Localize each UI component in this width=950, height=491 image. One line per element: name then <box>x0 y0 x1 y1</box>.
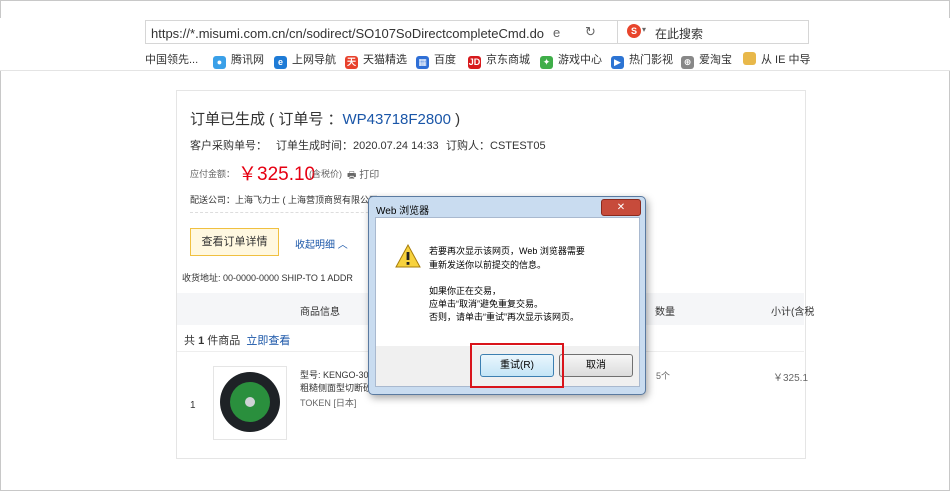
th-product: 商品信息 <box>300 307 340 318</box>
favorite-link[interactable]: e 上网导航 <box>274 51 336 69</box>
amount-value: ￥325.10 <box>238 164 316 185</box>
product-desc: 粗糙侧面型切断砂 <box>300 383 373 393</box>
favorite-label: 热门影视 <box>629 54 673 66</box>
favorite-icon: 天 <box>345 56 358 69</box>
favorite-icon: JD <box>468 56 481 69</box>
url-text: https://*.misumi.com.cn/cn/sodirect/SO10… <box>151 26 545 41</box>
favorite-link[interactable]: 天天猫精选 <box>345 51 407 69</box>
compat-view-icon[interactable]: e <box>553 25 560 40</box>
favorite-label: 爱淘宝 <box>699 54 732 66</box>
created-time: 订单生成时间：2020.07.24 14:33 <box>276 140 439 152</box>
favorite-icon: ● <box>213 56 226 69</box>
favorite-link[interactable]: ⊕ 爱淘宝 <box>681 51 732 69</box>
sogou-search-icon[interactable]: S <box>627 24 641 38</box>
favorite-link[interactable]: ▦ 百度 <box>416 51 456 69</box>
row-index: 1 <box>190 400 196 411</box>
collapse-label: 收起明细 <box>295 240 335 251</box>
print-button[interactable]: 🖶 打印 <box>347 166 379 185</box>
favorite-label: 京东商城 <box>486 54 530 66</box>
dialog-message-line: 应单击“取消”避免重复交易。 <box>429 299 543 309</box>
collapse-details-link[interactable]: 收起明细 ︿ <box>295 236 348 251</box>
dialog-message-line: 重新发送你以前提交的信息。 <box>429 260 547 270</box>
favorite-label: 腾讯网 <box>231 54 264 66</box>
favorite-link[interactable]: ▶ 热门影视 <box>611 51 673 69</box>
product-price: ￥325.1 <box>773 373 809 384</box>
disc-hole <box>245 397 255 407</box>
shipping-address: 收货地址: 00-0000-0000 SHIP-TO 1 ADDR <box>182 273 353 283</box>
cancel-button[interactable]: 取消 <box>559 354 633 377</box>
dialog-message-line: 如果你正在交易， <box>429 286 502 296</box>
order-number: WP43718F2800 <box>342 111 451 128</box>
summary-suffix: 件商品 <box>207 335 241 347</box>
favorite-icon <box>743 52 756 65</box>
warning-icon <box>395 244 421 268</box>
product-model: 型号: KENGO-30 <box>300 370 369 380</box>
delivery-company: 配送公司：上海飞力士 ( 上海营顶商贸有限公司 ) <box>190 195 384 205</box>
favorite-label: 从 IE 中导 <box>761 54 811 66</box>
customer-po-label: 客户采购单号： <box>190 140 267 152</box>
th-subtotal: 小计(含税 <box>771 307 815 318</box>
favorite-icon: e <box>274 56 287 69</box>
favorite-link[interactable]: JD 京东商城 <box>468 51 530 69</box>
close-icon[interactable]: ✕ <box>601 199 641 216</box>
chevron-up-icon: ︿ <box>337 240 348 251</box>
title-prefix: 订单已生成 ( 订单号 ： <box>190 111 343 128</box>
page-title: 订单已生成 ( 订单号 ：WP43718F2800 ) <box>190 108 460 129</box>
summary-count: 1 <box>198 335 205 347</box>
favorite-label: 游戏中心 <box>558 54 602 66</box>
view-order-detail-button[interactable]: 查看订单详情 <box>190 228 279 256</box>
th-quantity: 数量 <box>655 307 675 318</box>
tax-note: (含税价) <box>309 169 342 179</box>
favorite-label: 百度 <box>434 54 456 66</box>
favorite-link[interactable]: ✦ 游戏中心 <box>540 51 602 69</box>
title-suffix: ) <box>455 111 461 128</box>
favorite-icon: ▦ <box>416 56 429 69</box>
summary-prefix: 共 <box>184 335 195 347</box>
orderer: 订购人：CSTEST05 <box>446 140 546 152</box>
dialog-body <box>375 217 640 348</box>
amount-label: 应付金额： <box>190 169 236 179</box>
favorite-icon: ✦ <box>540 56 553 69</box>
product-brand: TOKEN [日本] <box>300 398 357 408</box>
favorite-label: 上网导航 <box>292 54 336 66</box>
favorite-link[interactable]: 从 IE 中导 <box>743 51 811 67</box>
favorite-label: 中国领先... <box>145 54 199 66</box>
dialog-message-line: 若要再次显示该网页，Web 浏览器需要 <box>429 246 585 256</box>
chevron-down-icon[interactable]: ▾ <box>642 25 646 34</box>
item-summary: 共 1 件商品 立即查看 <box>184 332 290 348</box>
view-now-link[interactable]: 立即查看 <box>246 335 290 347</box>
favorite-icon: ▶ <box>611 56 624 69</box>
favorite-link[interactable]: ● 腾讯网 <box>213 51 264 69</box>
print-label: 打印 <box>359 170 380 181</box>
retry-highlight-box <box>470 343 564 388</box>
favorite-label: 天猫精选 <box>363 54 407 66</box>
dialog-title: Web 浏览器 <box>376 206 430 217</box>
search-placeholder: 在此搜索 <box>655 27 704 41</box>
favorite-link[interactable]: 中国领先... <box>145 51 198 67</box>
product-qty: 5个 <box>656 371 671 381</box>
refresh-icon[interactable]: ↻ <box>585 24 596 40</box>
printer-icon: 🖶 <box>347 170 357 181</box>
favorite-icon: ⊕ <box>681 56 694 69</box>
dialog-message-line: 否则，请单击“重试”再次显示该网页。 <box>429 312 579 322</box>
